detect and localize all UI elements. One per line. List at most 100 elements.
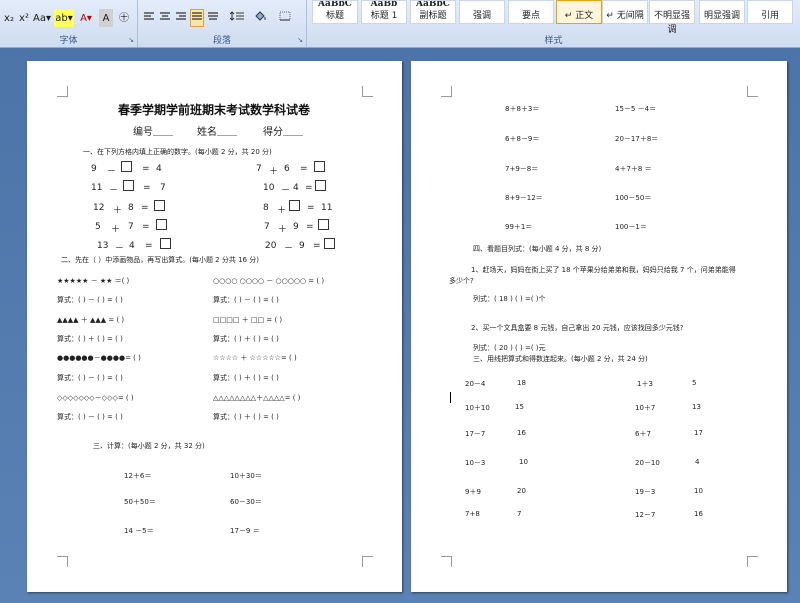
operand: 9 (91, 164, 97, 174)
equation-answer[interactable]: 算式：( ) ＋ ( ) = ( ) (213, 334, 279, 344)
answer-box[interactable] (314, 161, 325, 172)
calc-item: 15－5 －4＝ (615, 105, 657, 113)
equation-answer[interactable]: 算式：( ) ＋ ( ) = ( ) (57, 334, 123, 344)
style-preview (557, 1, 601, 9)
page-2[interactable]: 8＋8＋3＝ 15－5 －4＝ 6＋8－9＝ 20－17＋8＝ 7+9－8＝ 4… (411, 61, 787, 592)
answer-box[interactable] (318, 219, 329, 230)
align-center-icon (160, 12, 170, 20)
font-dialog-launcher-icon[interactable]: ↘ (128, 36, 134, 44)
question-1-text-cont: 多少个? (449, 277, 474, 285)
page-corner-mark (441, 86, 452, 97)
align-center-button[interactable] (158, 9, 172, 27)
match-expression: 10＋7 (635, 404, 656, 412)
operator: ＋ (278, 225, 288, 235)
operand: 7 (128, 222, 134, 232)
style-name: 要点 (521, 11, 540, 21)
match-result: 16 (517, 429, 526, 437)
style-preview: AaBbC (416, 1, 450, 9)
style-preview (650, 1, 694, 9)
text-cursor (450, 392, 451, 403)
picture-equation: △△△△△△△△＋△△△△= ( ) (213, 394, 301, 402)
style-name: 明显强调 (703, 11, 740, 21)
style-0[interactable]: AaBbC 标题 (312, 0, 358, 24)
highlight-color-button[interactable]: ab▾ (54, 9, 74, 27)
operand: 6 (284, 164, 290, 174)
answer-box[interactable] (121, 161, 132, 172)
style-name: 强调 (472, 11, 491, 21)
equation-answer[interactable]: 算式：( ) － ( ) = ( ) (57, 373, 123, 383)
style-5[interactable]: ↵ 正文 (556, 0, 602, 24)
equation-answer[interactable]: 算式：( ) － ( ) = ( ) (213, 295, 279, 305)
subscript-button[interactable]: x₂ (2, 9, 16, 27)
style-7[interactable]: 不明显强调 (649, 0, 695, 35)
match-expression: 20－10 (635, 459, 660, 467)
match-expression: 10＋10 (465, 404, 490, 412)
font-group: x₂ x² Aa▾ ab▾ A▾ A ㊉ 字体 ↘ (0, 0, 138, 47)
question-2-text: 2、买一个文具盒要 8 元钱，自己拿出 20 元钱，应该找回多少元钱? (471, 324, 684, 332)
match-result: 18 (517, 379, 526, 387)
calc-item: 99＋1＝ (505, 223, 533, 231)
match-result: 16 (694, 510, 703, 518)
operand: 4 (293, 183, 299, 193)
operator: = (305, 183, 313, 193)
style-name: 引用 (760, 11, 779, 21)
answer-box[interactable] (123, 180, 134, 191)
answer-box[interactable] (289, 200, 300, 211)
operand: 8 (128, 203, 134, 213)
operator: － (284, 244, 294, 254)
page-1[interactable]: 春季学期学前班期末考试数学科试卷 编号＿＿ 姓名＿＿ 得分＿＿ 一、在下列方格内… (27, 61, 402, 592)
section-4-heading: 四、看题目列式：(每小题 4 分，共 8 分) (473, 245, 602, 253)
style-9[interactable]: 引用 (747, 0, 793, 24)
change-case-button[interactable]: Aa▾ (32, 9, 52, 27)
answer-box[interactable] (315, 180, 326, 191)
style-preview (460, 1, 504, 9)
match-result: 17 (694, 429, 703, 437)
style-4[interactable]: 要点 (508, 0, 554, 24)
enclose-characters-button[interactable]: ㊉ (116, 9, 132, 27)
line-spacing-button[interactable] (226, 9, 248, 27)
style-8[interactable]: 明显强调 (699, 0, 745, 24)
align-left-button[interactable] (142, 9, 156, 27)
equation-answer[interactable]: 算式：( ) ＋ ( ) = ( ) (213, 412, 279, 422)
question-1-answer[interactable]: 列式：( 18 ) ( ) =( )个 (473, 294, 546, 304)
answer-box[interactable] (156, 219, 167, 230)
picture-equation: ●●●●●●－●●●●= ( ) (57, 354, 141, 362)
answer-box[interactable] (324, 238, 335, 249)
operator: ＋ (277, 206, 287, 216)
distributed-button[interactable] (206, 9, 220, 27)
style-1[interactable]: AaBb 标题 1 (361, 0, 407, 24)
shading-button[interactable] (250, 9, 272, 27)
answer-box[interactable] (154, 200, 165, 211)
style-preview: AaBbC (318, 1, 352, 9)
paragraph-dialog-launcher-icon[interactable]: ↘ (297, 36, 303, 44)
styles-group-label: 样式 (544, 36, 563, 46)
font-color-button[interactable]: A▾ (76, 9, 96, 27)
page-corner-mark (362, 556, 373, 567)
borders-button[interactable] (274, 9, 296, 27)
equation-answer[interactable]: 算式：( ) － ( ) = ( ) (57, 412, 123, 422)
style-3[interactable]: 强调 (459, 0, 505, 24)
answer-box[interactable] (160, 238, 171, 249)
operator: = (300, 164, 308, 174)
operator: = (313, 241, 321, 251)
align-right-button[interactable] (174, 9, 188, 27)
operand: 10 (263, 183, 275, 193)
style-preview (509, 1, 553, 9)
equation-answer[interactable]: 算式：( ) － ( ) = ( ) (57, 295, 123, 305)
operand: 7 (256, 164, 262, 174)
picture-equation: ★★★★★ － ★★ ＝( ) (57, 277, 130, 285)
style-6[interactable]: ↵ 无间隔 (602, 0, 648, 24)
character-shading-button[interactable]: A (99, 9, 113, 27)
operator: ＋ (113, 206, 123, 216)
name-field-label: 姓名＿＿ (197, 127, 237, 138)
calc-item: 100－1＝ (615, 223, 647, 231)
section-5-heading: 三、用线把算式和得数连起来。(每小题 2 分，共 24 分) (473, 355, 648, 363)
operand: 12 (93, 203, 105, 213)
question-2-answer[interactable]: 列式：( 20 ) ( ) =( )元 (473, 343, 546, 353)
equation-answer[interactable]: 算式：( ) ＋ ( ) = ( ) (213, 373, 279, 383)
style-preview (748, 1, 792, 9)
superscript-button[interactable]: x² (17, 9, 31, 27)
justify-button[interactable] (190, 9, 204, 27)
style-name: 标题 (325, 11, 344, 21)
style-2[interactable]: AaBbC 副标题 (410, 0, 456, 24)
